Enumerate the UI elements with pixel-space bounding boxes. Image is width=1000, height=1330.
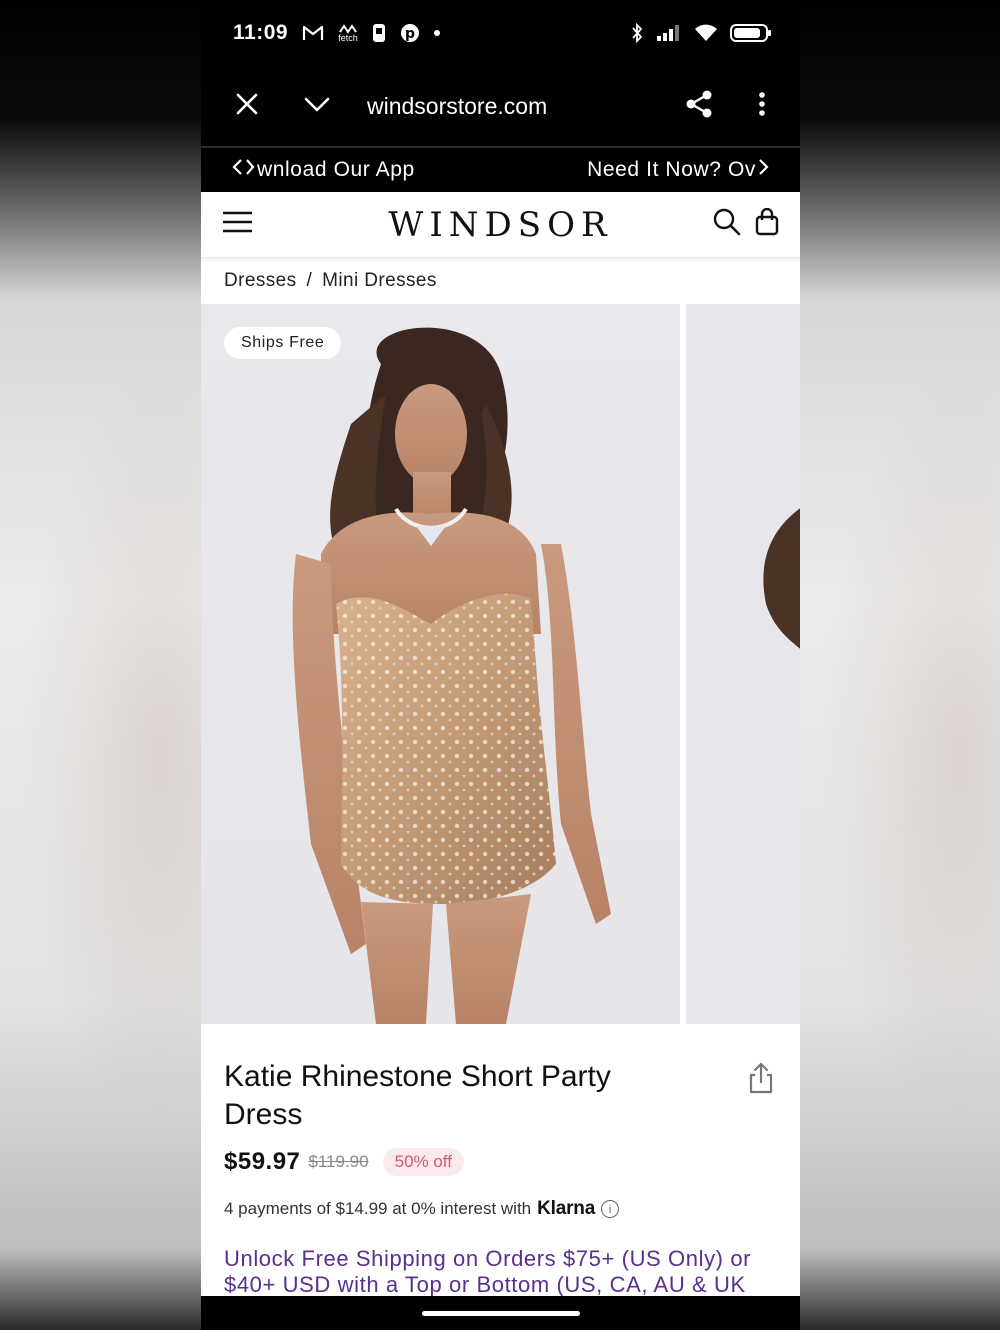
fetch-icon: fetch <box>338 24 358 43</box>
bluetooth-icon <box>630 23 644 43</box>
promo-need-it-now[interactable]: Need It Now? Ov <box>587 158 756 182</box>
breadcrumb-separator: / <box>306 270 313 291</box>
status-bar: 11:09 fetch p <box>201 0 800 66</box>
home-indicator[interactable] <box>421 1310 580 1316</box>
price-row: $59.97 $119.90 50% off <box>224 1148 777 1176</box>
klarna-row: 4 payments of $14.99 at 0% interest with… <box>224 1198 777 1220</box>
custom-tab-toolbar: windsorstore.com <box>201 66 800 148</box>
gmail-icon <box>302 24 324 42</box>
site-header: WINDSOR <box>201 192 800 258</box>
hamburger-icon[interactable] <box>222 211 253 238</box>
background-blur-left <box>0 0 201 1330</box>
breadcrumb-dresses[interactable]: Dresses <box>224 270 296 292</box>
background-blur-right <box>799 0 1000 1330</box>
share-icon[interactable] <box>684 89 714 124</box>
battery-icon <box>730 24 771 42</box>
product-info: Katie Rhinestone Short Party Dress $59.9… <box>201 1024 800 1298</box>
system-icons <box>630 23 771 43</box>
product-gallery[interactable]: Ships Free <box>201 304 800 1024</box>
share-product-icon[interactable] <box>748 1062 774 1099</box>
chevron-right-icon[interactable] <box>758 158 770 182</box>
chevron-right-icon[interactable] <box>245 158 255 182</box>
ships-free-badge: Ships Free <box>224 327 342 359</box>
status-time: 11:09 <box>233 21 289 44</box>
svg-text:p: p <box>405 26 415 42</box>
product-image-main[interactable]: Ships Free <box>201 304 680 1024</box>
search-icon[interactable] <box>713 208 741 241</box>
promo-carousel: wnload Our App Need It Now? Ov <box>201 148 800 192</box>
klarna-logo: Klarna <box>537 1198 596 1219</box>
discount-badge: 50% off <box>382 1148 464 1176</box>
original-price: $119.90 <box>308 1152 369 1171</box>
promo-right: Need It Now? Ov <box>587 158 770 182</box>
fetch-label: fetch <box>338 33 358 43</box>
info-icon[interactable]: i <box>601 1200 620 1218</box>
free-shipping-promo[interactable]: Unlock Free Shipping on Orders $75+ (US … <box>224 1246 779 1298</box>
notification-icons: fetch p <box>302 23 441 43</box>
product-title: Katie Rhinestone Short Party Dress <box>224 1060 611 1131</box>
doordash-icon <box>372 23 386 43</box>
promo-download-app[interactable]: wnload Our App <box>257 158 415 182</box>
windsor-logo[interactable]: WINDSOR <box>201 205 800 245</box>
promo-left: wnload Our App <box>231 158 415 182</box>
breadcrumb: Dresses / Mini Dresses <box>201 258 800 304</box>
sale-price: $59.97 <box>224 1148 301 1175</box>
installments-text: 4 payments of $14.99 at 0% interest with <box>224 1199 532 1218</box>
product-image-next-peek[interactable] <box>686 304 800 1024</box>
chevron-down-icon[interactable] <box>303 95 331 118</box>
breadcrumb-mini-dresses[interactable]: Mini Dresses <box>322 270 437 292</box>
model-photo-peek <box>763 508 800 649</box>
wifi-icon <box>694 24 718 42</box>
bag-icon[interactable] <box>755 207 779 241</box>
url-text[interactable]: windsorstore.com <box>367 93 547 120</box>
signal-icon <box>656 24 682 42</box>
chevron-left-icon[interactable] <box>231 158 243 182</box>
dot-icon <box>434 30 441 36</box>
model-photo <box>292 327 611 1024</box>
system-nav-bar <box>201 1296 800 1330</box>
close-icon[interactable] <box>235 92 259 121</box>
more-vert-icon[interactable] <box>758 91 766 122</box>
pinterest-icon: p <box>400 23 420 43</box>
phone-screen: 11:09 fetch p windsorstore.com wnload Ou… <box>201 0 800 1330</box>
